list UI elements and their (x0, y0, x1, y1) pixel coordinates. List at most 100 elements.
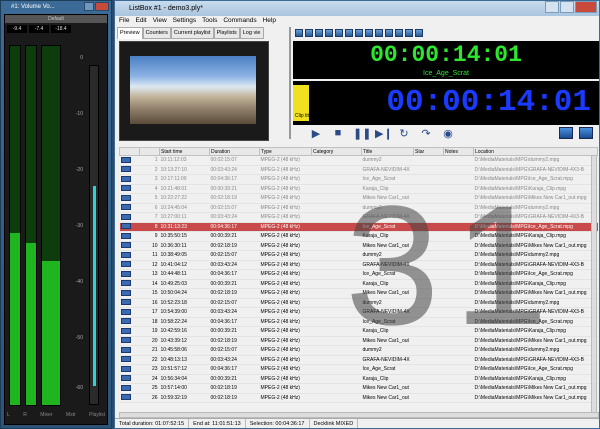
row-duration: 00:04:36:17 (209, 269, 260, 280)
table-row[interactable]: 4 10:21:48:01 00:00:39:21 MPEG-2 (48 kHz) Ka… (119, 184, 598, 194)
up-icon[interactable] (375, 29, 383, 37)
row-type: MPEG-2 (48 kHz) (259, 374, 312, 384)
properties-icon[interactable] (405, 29, 413, 37)
row-icon (119, 165, 140, 175)
table-row[interactable]: 17 10:54:39:00 00:03:43:24 MPEG-2 (48 kHz) G… (119, 307, 598, 318)
settings-icon[interactable] (559, 127, 573, 139)
menu-file[interactable]: File (119, 16, 129, 26)
table-row[interactable]: 23 10:51:57:12 00:04:36:17 MPEG-2 (48 kHz) I… (119, 364, 598, 375)
insert-icon[interactable] (395, 29, 403, 37)
undo-icon[interactable] (415, 29, 423, 37)
repeat-icon[interactable]: ↷ (419, 127, 433, 140)
print-icon[interactable] (325, 29, 333, 37)
table-row[interactable]: 12 10:41:04:12 00:03:43:24 MPEG-2 (48 kHz) G… (119, 260, 598, 270)
delete-icon[interactable] (365, 29, 373, 37)
table-row[interactable]: 13 10:44:48:11 00:04:36:17 MPEG-2 (48 kHz) I… (119, 269, 598, 280)
row-title: Karaja_Clip (361, 184, 414, 194)
menu-tools[interactable]: Tools (202, 16, 217, 26)
column-header-notes[interactable]: Notes (443, 147, 474, 156)
table-row[interactable]: 2 10:13:27:10 00:03:43:24 MPEG-2 (48 kHz) GR… (119, 165, 598, 175)
save-icon[interactable] (315, 29, 323, 37)
table-row[interactable]: 21 10:45:58:06 00:02:15:07 MPEG-2 (48 kHz) d… (119, 345, 598, 356)
minimize-icon[interactable] (545, 1, 559, 13)
table-row[interactable]: 11 10:38:49:05 00:02:15:07 MPEG-2 (48 kHz) d… (119, 250, 598, 261)
monitor-icon[interactable] (579, 127, 593, 139)
table-row[interactable]: 6 10:24:45:04 00:02:15:07 MPEG-2 (48 kHz) du… (119, 203, 598, 213)
loop-icon[interactable]: ↻ (397, 127, 411, 140)
volume-fader[interactable] (89, 65, 99, 405)
open-icon[interactable] (305, 29, 313, 37)
scale-label: -20 (75, 167, 83, 173)
column-header-start-time[interactable]: Start time (159, 147, 210, 156)
row-category (311, 250, 362, 261)
play-icon[interactable]: ▶ (309, 127, 323, 140)
table-row[interactable]: 15 10:50:04:24 00:02:18:19 MPEG-2 (48 kHz) M… (119, 288, 598, 299)
row-title: Mikes New Car1_out (361, 288, 414, 299)
close-icon[interactable] (575, 1, 597, 13)
tab-log-view[interactable]: Log vie (239, 27, 264, 39)
listbox-titlebar[interactable]: ListBox #1 - demo3.ply* (115, 1, 599, 16)
toolbar (293, 27, 599, 39)
tab-counters[interactable]: Counters (142, 27, 171, 39)
table-row[interactable]: 25 10:57:14:00 00:02:18:19 MPEG-2 (48 kHz) M… (119, 383, 598, 394)
stop-icon[interactable]: ■ (331, 127, 345, 139)
row-number: 23 (139, 364, 160, 375)
column-header-category[interactable]: Category (311, 147, 362, 156)
menu-settings[interactable]: Settings (173, 16, 197, 26)
table-row[interactable]: 22 10:48:13:13 00:03:43:24 MPEG-2 (48 kHz) G… (119, 355, 598, 365)
paste-icon[interactable] (355, 29, 363, 37)
table-row[interactable]: 9 10:35:50:15 00:00:39:21 MPEG-2 (48 kHz) Ka… (119, 231, 598, 242)
splitter[interactable] (289, 27, 291, 139)
table-row[interactable]: 16 10:52:23:18 00:02:15:07 MPEG-2 (48 kHz) d… (119, 298, 598, 308)
maximize-icon[interactable] (560, 1, 574, 13)
tab-current-playlist[interactable]: Current playlist (170, 27, 214, 39)
clip-icon (120, 384, 131, 391)
new-icon[interactable] (295, 29, 303, 37)
copy-icon[interactable] (345, 29, 353, 37)
vertical-scrollbar[interactable] (591, 155, 597, 413)
table-row[interactable]: 8 10:31:13:23 00:04:36:17 MPEG-2 (48 kHz) Ic… (119, 222, 598, 232)
table-row[interactable]: 19 10:42:59:16 00:00:39:21 MPEG-2 (48 kHz) K… (119, 326, 598, 337)
row-title: GRAFA-NEVIDIM-4X (361, 355, 414, 365)
column-header-type[interactable]: Type (259, 147, 312, 156)
row-number: 7 (139, 212, 160, 223)
menu-help[interactable]: Help (263, 16, 276, 26)
close-icon[interactable] (95, 2, 109, 11)
table-row[interactable]: 14 10:49:25:03 00:00:39:21 MPEG-2 (48 kHz) K… (119, 279, 598, 289)
cut-icon[interactable] (335, 29, 343, 37)
table-row[interactable]: 10 10:36:30:11 00:02:18:19 MPEG-2 (48 kHz) M… (119, 241, 598, 251)
table-row[interactable]: 3 10:17:11:09 00:04:36:17 MPEG-2 (48 kHz) Ic… (119, 174, 598, 185)
column-header-star[interactable]: Star (413, 147, 444, 156)
row-icon (119, 184, 140, 194)
menu-view[interactable]: View (153, 16, 167, 26)
globe-icon[interactable]: ◉ (441, 127, 455, 140)
tab-playlists[interactable]: Playlists (213, 27, 240, 39)
table-row[interactable]: 5 10:22:27:22 00:02:18:19 MPEG-2 (48 kHz) Mi… (119, 193, 598, 204)
clip-icon (120, 280, 131, 287)
down-icon[interactable] (385, 29, 393, 37)
clip-icon (120, 365, 131, 372)
table-row[interactable]: 24 10:56:34:04 00:00:39:21 MPEG-2 (48 kHz) K… (119, 374, 598, 384)
column-header-title[interactable]: Title (361, 147, 414, 156)
column-header[interactable] (139, 147, 160, 156)
next-icon[interactable]: ▶❙ (375, 127, 393, 140)
volume-titlebar[interactable]: #1: Volume Vo... (1, 1, 111, 13)
menu-commands[interactable]: Commands (223, 16, 256, 26)
menu-edit[interactable]: Edit (135, 16, 146, 26)
row-icon (119, 336, 140, 346)
row-notes (443, 174, 474, 185)
table-row[interactable]: 26 10:59:32:19 00:02:18:19 MPEG-2 (48 kHz) M… (119, 393, 598, 403)
column-header-duration[interactable]: Duration (209, 147, 260, 156)
pause-icon[interactable]: ❚❚ (353, 127, 371, 140)
table-row[interactable]: 18 10:58:22:24 00:04:36:17 MPEG-2 (48 kHz) I… (119, 317, 598, 327)
table-row[interactable]: 7 10:27:00:11 00:03:43:24 MPEG-2 (48 kHz) GR… (119, 212, 598, 223)
row-star (413, 212, 444, 223)
column-header[interactable] (119, 147, 140, 156)
row-title: Ice_Age_Scrat (361, 174, 414, 185)
table-row[interactable]: 20 10:43:39:12 00:02:18:19 MPEG-2 (48 kHz) M… (119, 336, 598, 346)
row-number: 20 (139, 336, 160, 346)
column-header-location[interactable]: Location (473, 147, 598, 156)
tab-preview[interactable]: Preview (117, 27, 143, 39)
table-row[interactable]: 1 10:11:12:03 00:02:15:07 MPEG-2 (48 kHz) du… (119, 155, 598, 166)
minimize-icon[interactable] (84, 2, 94, 11)
